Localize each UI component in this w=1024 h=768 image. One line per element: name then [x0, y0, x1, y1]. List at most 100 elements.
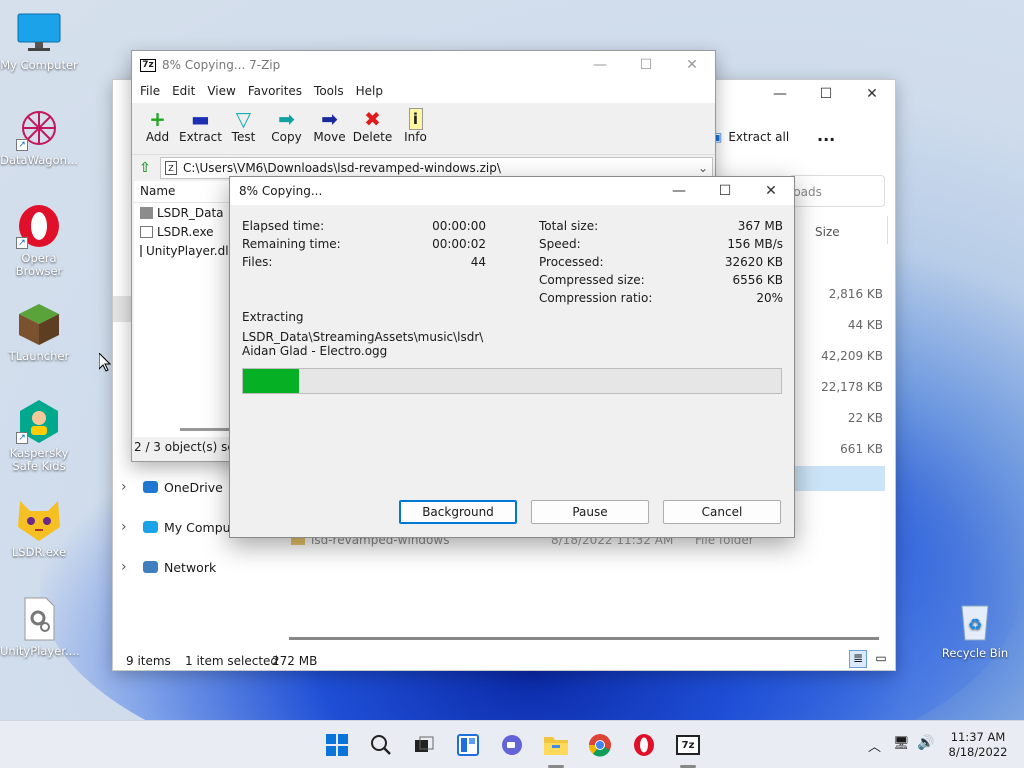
- file-explorer-icon[interactable]: [542, 731, 570, 759]
- 7zip-maximize-button[interactable]: ☐: [623, 51, 669, 79]
- clock[interactable]: 11:37 AM 8/18/2022: [946, 730, 1010, 760]
- search-icon[interactable]: [367, 731, 395, 759]
- desktop-icon-unityplayer[interactable]: UnityPlayer....: [0, 596, 80, 658]
- 7zip-icon[interactable]: 7z: [674, 731, 702, 759]
- column-header-size[interactable]: Size: [815, 225, 840, 239]
- 7zip-taskbar-label: 7z: [676, 735, 700, 755]
- desktop-icon-label: UnityPlayer....: [0, 644, 80, 658]
- search-input[interactable]: loads: [789, 175, 885, 207]
- list-item[interactable]: LSDR_Data: [134, 203, 231, 222]
- size-cell: 661 KB: [840, 442, 883, 456]
- toolbar-label: Add: [145, 130, 170, 144]
- pause-button[interactable]: Pause: [531, 500, 649, 524]
- chevron-right-icon[interactable]: ›: [121, 479, 135, 495]
- monitor-icon: [143, 521, 158, 533]
- explorer-window-controls: — ☐ ✕: [757, 80, 895, 108]
- desktop-icon-lsdr[interactable]: LSDR.exe: [0, 497, 78, 559]
- nav-scroll-indicator: [113, 296, 131, 322]
- 7zip-minimize-button[interactable]: —: [577, 51, 623, 79]
- column-header-name[interactable]: Name: [134, 181, 231, 203]
- dialog-maximize-button[interactable]: ☐: [702, 177, 748, 205]
- delete-button[interactable]: ✖ Delete: [351, 103, 394, 154]
- chevron-up-icon[interactable]: ︿: [868, 736, 881, 755]
- cancel-button[interactable]: Cancel: [663, 500, 781, 524]
- compressed-size-value: 6556 KB: [732, 273, 783, 287]
- chevron-down-icon[interactable]: ⌄: [698, 161, 708, 175]
- test-icon: ▽: [235, 107, 252, 131]
- file-list-items: LSDR_Data LSDR.exe UnityPlayer.dll: [134, 203, 232, 260]
- list-item[interactable]: UnityPlayer.dll: [134, 241, 232, 260]
- folder-icon: [140, 206, 153, 219]
- test-button[interactable]: ▽ Test: [222, 103, 265, 154]
- 7zip-close-button[interactable]: ✕: [669, 51, 715, 79]
- network-icon[interactable]: 🖥: [893, 736, 910, 751]
- 7zip-menubar: File Edit View Favorites Tools Help: [132, 79, 715, 103]
- menu-file[interactable]: File: [134, 84, 166, 98]
- nav-item-network[interactable]: › Network: [121, 547, 248, 587]
- dialog-close-button[interactable]: ✕: [748, 177, 794, 205]
- taskbar: 7z ︿ 🖥 🔊 11:37 AM 8/18/2022: [0, 720, 1024, 768]
- toolbar-label: Copy: [271, 130, 302, 144]
- more-options-button[interactable]: ...: [817, 126, 835, 145]
- task-view-icon[interactable]: [410, 731, 438, 759]
- explorer-close-button[interactable]: ✕: [849, 80, 895, 108]
- menu-tools[interactable]: Tools: [308, 84, 350, 98]
- chrome-icon[interactable]: [586, 731, 614, 759]
- chevron-right-icon[interactable]: ›: [121, 559, 135, 575]
- list-item[interactable]: LSDR.exe: [134, 222, 231, 241]
- volume-icon[interactable]: 🔊: [917, 735, 934, 751]
- desktop-icon-my-computer[interactable]: My Computer: [0, 10, 78, 72]
- extract-icon: ▬: [191, 107, 210, 131]
- desktop-icon-opera[interactable]: ↗ Opera Browser: [0, 203, 78, 278]
- dialog-minimize-button[interactable]: —: [656, 177, 702, 205]
- chevron-right-icon[interactable]: ›: [121, 519, 135, 535]
- desktop-icon-label: DataWagon...: [0, 153, 78, 167]
- cat-face-icon: [16, 497, 62, 543]
- extract-all-button[interactable]: ▣ Extract all: [711, 130, 789, 144]
- background-button[interactable]: Background: [399, 500, 517, 524]
- processed-label: Processed:: [539, 255, 604, 269]
- 7zip-titlebar: 7z 8% Copying... 7-Zip — ☐ ✕: [132, 51, 715, 79]
- opera-icon[interactable]: [630, 731, 658, 759]
- list-item-name: LSDR.exe: [157, 224, 214, 239]
- current-file: Aidan Glad - Electro.ogg: [242, 344, 388, 358]
- menu-view[interactable]: View: [201, 84, 241, 98]
- file-list-scrollbar[interactable]: [180, 428, 230, 431]
- widgets-icon[interactable]: [454, 731, 482, 759]
- zip-file-icon: Z: [165, 161, 177, 175]
- desktop-icon-datawagon[interactable]: ↗ DataWagon...: [0, 105, 78, 167]
- 7zip-title: 8% Copying... 7-Zip: [162, 58, 281, 72]
- toolbar-label: Extract: [179, 130, 222, 144]
- up-folder-icon[interactable]: ⇧: [136, 159, 154, 177]
- status-size: 272 MB: [272, 654, 318, 668]
- desktop-icon-label: Kaspersky Safe Kids: [9, 446, 69, 473]
- delete-icon: ✖: [364, 107, 381, 131]
- menu-edit[interactable]: Edit: [166, 84, 201, 98]
- menu-favorites[interactable]: Favorites: [242, 84, 308, 98]
- menu-help[interactable]: Help: [350, 84, 389, 98]
- column-divider: [887, 216, 888, 244]
- copy-button[interactable]: ➡ Copy: [265, 103, 308, 154]
- start-icon[interactable]: [323, 731, 351, 759]
- file-icon: [140, 244, 142, 257]
- move-button[interactable]: ➡ Move: [308, 103, 351, 154]
- copy-icon: ➡: [278, 107, 295, 131]
- monitor-icon: [16, 10, 62, 56]
- explorer-minimize-button[interactable]: —: [757, 80, 803, 108]
- network-icon: [143, 561, 158, 573]
- info-button[interactable]: i Info: [394, 103, 437, 154]
- compressed-size-label: Compressed size:: [539, 273, 645, 287]
- move-icon: ➡: [321, 107, 338, 131]
- desktop-icon-recycle-bin[interactable]: ♻ Recycle Bin: [936, 598, 1014, 660]
- desktop-icon-tlauncher[interactable]: TLauncher: [0, 301, 78, 363]
- explorer-maximize-button[interactable]: ☐: [803, 80, 849, 108]
- horizontal-scrollbar[interactable]: [289, 637, 879, 640]
- operation-label: Extracting: [242, 310, 304, 324]
- details-view-icon[interactable]: ≣: [849, 650, 867, 668]
- tiles-view-icon[interactable]: ▭: [873, 651, 889, 667]
- size-cell: 44 KB: [847, 318, 883, 332]
- desktop-icon-kaspersky[interactable]: ↗ Kaspersky Safe Kids: [0, 398, 78, 473]
- add-button[interactable]: + Add: [136, 103, 179, 154]
- chat-icon[interactable]: [498, 731, 526, 759]
- extract-button[interactable]: ▬ Extract: [179, 103, 222, 154]
